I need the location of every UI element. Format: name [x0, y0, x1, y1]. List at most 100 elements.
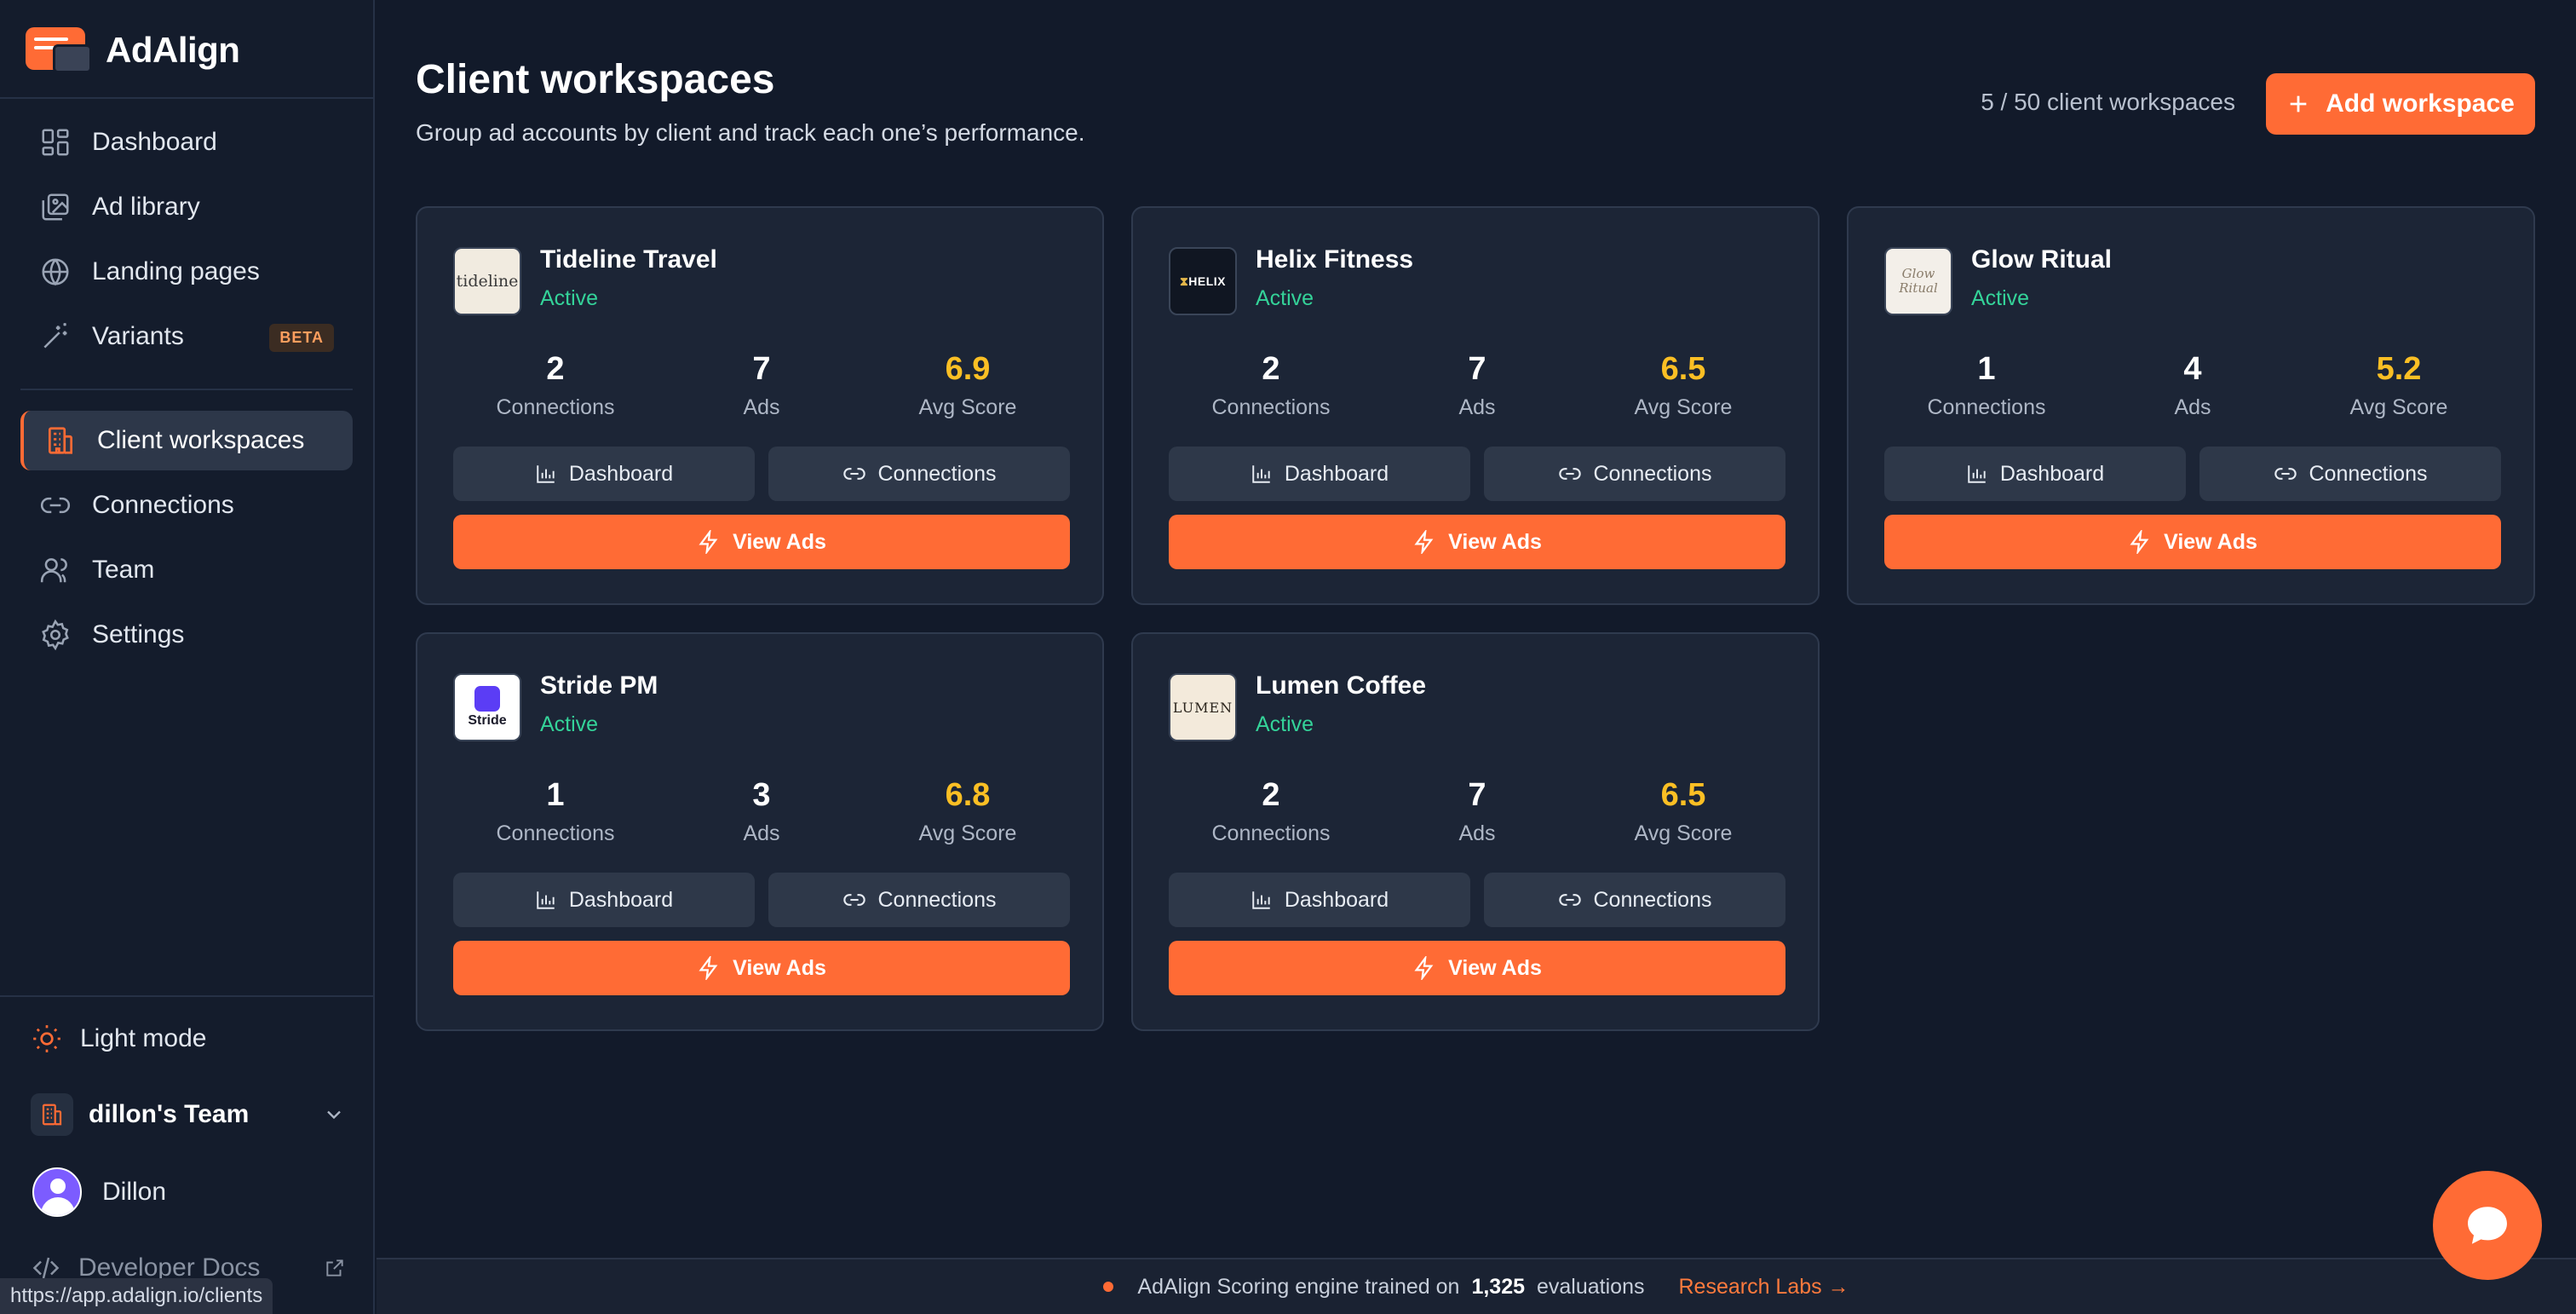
add-workspace-label: Add workspace — [2326, 89, 2515, 118]
workspace-name: Glow Ritual — [1971, 245, 2112, 274]
sidebar-item-landing-pages[interactable]: Landing pages — [20, 242, 353, 302]
view-ads-button[interactable]: View Ads — [1884, 515, 2501, 569]
sidebar-item-settings[interactable]: Settings — [20, 605, 353, 665]
chat-button[interactable] — [2433, 1171, 2542, 1280]
sidebar-item-label: Variants — [92, 322, 184, 350]
link-icon — [842, 468, 865, 480]
status-badge: Active — [1971, 286, 2030, 310]
sidebar-item-label: Ad library — [92, 193, 200, 221]
link-icon — [40, 497, 71, 514]
helix-logo-icon: ⧗HELIX — [1169, 247, 1237, 315]
team-selector[interactable]: dillon's Team — [31, 1092, 346, 1137]
lumen-logo-icon: LUMEN — [1169, 673, 1237, 741]
stat-avg-score: 6.8 Avg Score — [918, 777, 1017, 845]
dashboard-button[interactable]: Dashboard — [1169, 447, 1470, 501]
footer-text-suffix: evaluations — [1537, 1274, 1645, 1299]
dashboard-button[interactable]: Dashboard — [1884, 447, 2186, 501]
status-badge: Active — [1256, 712, 1314, 736]
view-ads-button[interactable]: View Ads — [453, 515, 1070, 569]
dashboard-button[interactable]: Dashboard — [453, 447, 755, 501]
tideline-logo-icon: tideline — [453, 247, 521, 315]
workspace-card: ⧗HELIX Helix Fitness Active 2 Connections… — [1131, 206, 1820, 605]
dashboard-icon — [42, 129, 69, 156]
stat-connections: 2 Connections — [1211, 777, 1331, 845]
glow-ritual-logo-icon: Glow Ritual — [1884, 247, 1952, 315]
sidebar-item-client-workspaces[interactable]: Client workspaces — [20, 411, 353, 470]
image-library-icon — [42, 193, 69, 221]
workspace-count: 5 / 50 client workspaces — [1981, 89, 2235, 115]
bar-chart-icon — [537, 891, 555, 909]
globe-icon — [42, 258, 69, 286]
stat-connections: 2 Connections — [496, 351, 615, 419]
lightning-icon — [1414, 530, 1434, 554]
stat-avg-score: 6.5 Avg Score — [1634, 777, 1733, 845]
sidebar-item-variants[interactable]: Variants BETA — [20, 307, 353, 366]
link-icon — [842, 894, 865, 906]
view-ads-button[interactable]: View Ads — [1169, 941, 1785, 995]
main-content: Client workspaces Group ad accounts by c… — [377, 0, 2576, 1314]
view-ads-button[interactable]: View Ads — [1169, 515, 1785, 569]
bar-chart-icon — [1968, 465, 1986, 483]
workspace-card: LUMEN Lumen Coffee Active 2 Connections 7… — [1131, 632, 1820, 1031]
stat-ads: 3 Ads — [743, 777, 780, 845]
sidebar: AdAlign Dashboard Ad library Landing pag… — [0, 0, 375, 1314]
nav-main: Dashboard Ad library Landing pages Varia… — [20, 112, 353, 372]
connections-button[interactable]: Connections — [768, 873, 1070, 927]
sidebar-item-connections[interactable]: Connections — [20, 475, 353, 535]
sidebar-item-dashboard[interactable]: Dashboard — [20, 112, 353, 172]
bar-chart-icon — [1252, 891, 1270, 909]
workspace-name: Helix Fitness — [1256, 245, 1414, 274]
stat-ads: 7 Ads — [1458, 777, 1496, 845]
add-workspace-button[interactable]: Add workspace — [2266, 73, 2535, 135]
page-title: Client workspaces — [416, 57, 775, 102]
sidebar-item-label: Team — [92, 556, 155, 584]
evaluations-count: 1,325 — [1471, 1274, 1525, 1299]
divider — [0, 97, 373, 99]
sidebar-item-label: Settings — [92, 620, 185, 648]
lightning-icon — [699, 956, 718, 980]
users-icon — [40, 558, 67, 583]
bar-chart-icon — [537, 465, 555, 483]
connections-button[interactable]: Connections — [1484, 447, 1785, 501]
beta-badge: BETA — [269, 324, 334, 352]
status-url: https://app.adalign.io/clients — [0, 1278, 273, 1314]
stat-avg-score: 6.5 Avg Score — [1634, 351, 1733, 419]
user-profile[interactable]: Dillon — [32, 1167, 166, 1217]
gear-icon — [42, 619, 69, 651]
brand[interactable]: AdAlign — [26, 22, 240, 78]
sidebar-item-ad-library[interactable]: Ad library — [20, 177, 353, 237]
lightning-icon — [2130, 530, 2149, 554]
connections-button[interactable]: Connections — [2199, 447, 2501, 501]
stat-ads: 4 Ads — [2174, 351, 2211, 419]
dashboard-button[interactable]: Dashboard — [453, 873, 755, 927]
stat-avg-score: 5.2 Avg Score — [2349, 351, 2448, 419]
sidebar-item-label: Client workspaces — [97, 426, 305, 454]
dashboard-button[interactable]: Dashboard — [1169, 873, 1470, 927]
workspace-card: Glow Ritual Glow Ritual Active 1 Connecti… — [1847, 206, 2535, 605]
status-badge: Active — [540, 286, 599, 310]
view-ads-button[interactable]: View Ads — [453, 941, 1070, 995]
workspace-name: Lumen Coffee — [1256, 671, 1427, 700]
lightning-icon — [1414, 956, 1434, 980]
research-labs-link[interactable]: Research Labs → — [1678, 1275, 1849, 1300]
nav-secondary: Client workspaces Connections Team Setti… — [20, 411, 353, 670]
light-mode-toggle[interactable]: Light mode — [31, 1023, 206, 1055]
bar-chart-icon — [1252, 465, 1270, 483]
workspace-name: Stride PM — [540, 671, 658, 700]
magic-wand-icon — [43, 323, 67, 349]
user-name: Dillon — [102, 1178, 167, 1206]
connections-button[interactable]: Connections — [1484, 873, 1785, 927]
status-badge: Active — [1256, 286, 1314, 310]
stat-avg-score: 6.9 Avg Score — [918, 351, 1017, 419]
workspace-name: Tideline Travel — [540, 245, 717, 274]
divider — [0, 995, 373, 997]
light-mode-label: Light mode — [80, 1024, 207, 1052]
connections-button[interactable]: Connections — [768, 447, 1070, 501]
divider — [20, 389, 353, 390]
building-icon — [48, 427, 73, 454]
link-icon — [2274, 468, 2297, 480]
sidebar-item-team[interactable]: Team — [20, 540, 353, 600]
stat-ads: 7 Ads — [743, 351, 780, 419]
building-icon — [31, 1093, 73, 1136]
sidebar-item-label: Landing pages — [92, 257, 260, 285]
